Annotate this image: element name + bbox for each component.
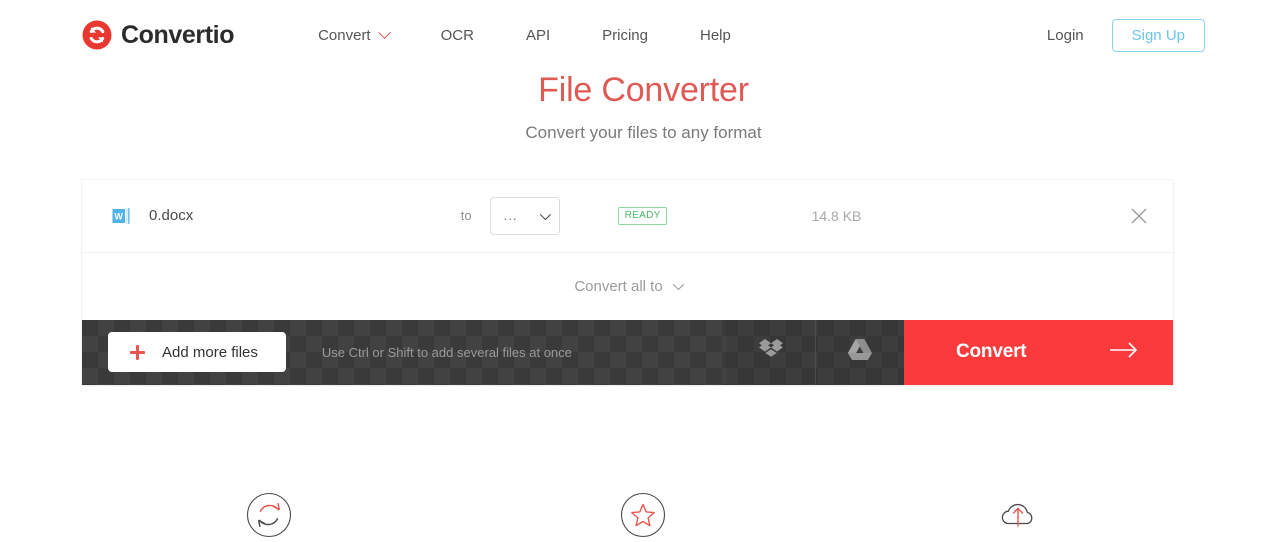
nav-item-label: Convert bbox=[318, 26, 371, 44]
star-icon bbox=[620, 492, 666, 542]
nav-item-label: Help bbox=[700, 26, 731, 44]
refresh-cycle-icon bbox=[246, 492, 292, 542]
google-drive-button[interactable] bbox=[815, 319, 904, 385]
svg-text:W: W bbox=[114, 211, 123, 221]
login-link[interactable]: Login bbox=[1047, 27, 1084, 44]
feature-fast-easy: Fast and easy bbox=[456, 492, 830, 542]
docx-file-icon: W bbox=[112, 207, 130, 225]
close-icon[interactable] bbox=[1129, 206, 1149, 226]
hero-section: File Converter Convert your files to any… bbox=[0, 70, 1287, 143]
file-panel: W 0.docx to ... READY 14.8 KB Convert al… bbox=[82, 179, 1173, 385]
status-badge: READY bbox=[617, 206, 667, 225]
page-title: File Converter bbox=[538, 71, 749, 109]
header-actions: Login Sign Up bbox=[1047, 18, 1205, 52]
nav-item-label: OCR bbox=[440, 26, 474, 44]
convert-button[interactable]: Convert bbox=[904, 319, 1173, 385]
nav-item-help[interactable]: Help bbox=[674, 27, 757, 44]
main-nav: Convert OCR API Pricing Help bbox=[292, 25, 757, 44]
page-subtitle: Convert your files to any format bbox=[525, 122, 762, 142]
nav-item-api[interactable]: API bbox=[500, 27, 576, 44]
feature-cloud: In the cloud bbox=[831, 492, 1205, 542]
google-drive-icon bbox=[847, 338, 873, 366]
action-bar: Add more files Use Ctrl or Shift to add … bbox=[82, 319, 1173, 385]
cloud-upload-icon bbox=[995, 492, 1041, 542]
features-section: 300+ formats supported Fast and easy In … bbox=[0, 492, 1287, 542]
convertio-logo-icon bbox=[82, 20, 112, 50]
nav-item-ocr[interactable]: OCR bbox=[415, 27, 500, 44]
convert-button-label: Convert bbox=[956, 341, 1027, 363]
file-size: 14.8 KB bbox=[811, 207, 862, 224]
target-format-value: ... bbox=[503, 208, 518, 224]
add-files-dropzone[interactable]: Add more files Use Ctrl or Shift to add … bbox=[82, 320, 726, 385]
chevron-down-icon bbox=[377, 25, 391, 39]
brand-name: Convertio bbox=[121, 20, 235, 49]
file-name: 0.docx bbox=[149, 207, 194, 225]
table-row: W 0.docx to ... READY 14.8 KB bbox=[82, 180, 1173, 253]
to-label: to bbox=[460, 208, 472, 224]
sign-up-button[interactable]: Sign Up bbox=[1111, 18, 1205, 52]
convert-all-label: Convert all to bbox=[574, 277, 663, 295]
target-format-select[interactable]: ... bbox=[489, 196, 560, 235]
dropbox-icon bbox=[758, 338, 784, 367]
add-files-hint: Use Ctrl or Shift to add several files a… bbox=[321, 344, 572, 360]
chevron-down-icon bbox=[672, 279, 684, 291]
nav-item-pricing[interactable]: Pricing bbox=[576, 27, 674, 44]
site-header: Convertio Convert OCR API Pricing Help L… bbox=[0, 0, 1287, 70]
arrow-right-icon bbox=[1109, 341, 1139, 364]
convert-all-to-button[interactable]: Convert all to bbox=[82, 253, 1173, 320]
add-more-files-label: Add more files bbox=[162, 343, 258, 361]
nav-item-label: API bbox=[525, 26, 551, 44]
nav-item-label: Pricing bbox=[602, 26, 648, 44]
feature-formats: 300+ formats supported bbox=[82, 492, 456, 542]
add-more-files-button[interactable]: Add more files bbox=[108, 332, 286, 373]
brand-logo[interactable]: Convertio bbox=[82, 20, 234, 50]
plus-icon bbox=[130, 344, 145, 360]
nav-item-convert[interactable]: Convert bbox=[292, 25, 415, 44]
dropbox-button[interactable] bbox=[726, 319, 815, 385]
chevron-down-icon bbox=[539, 208, 551, 221]
